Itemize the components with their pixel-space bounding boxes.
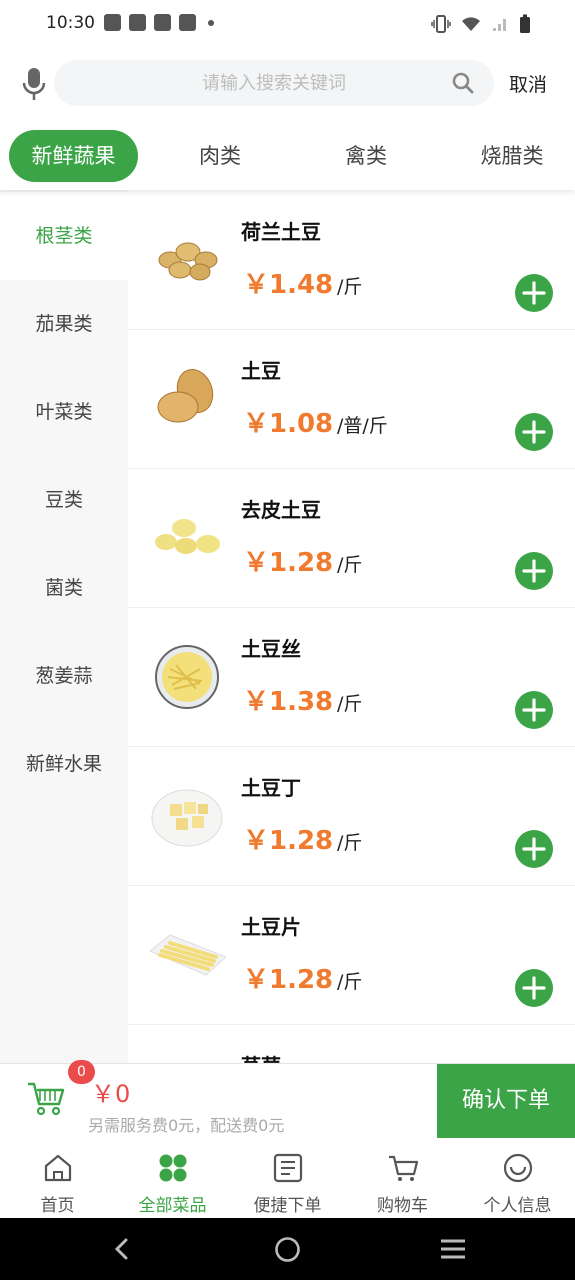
cancel-button[interactable]: 取消 bbox=[509, 70, 547, 97]
system-icons bbox=[431, 14, 531, 34]
bottom-navigation: 首页 全部菜品 便捷下单 购物车 个人信息 bbox=[0, 1137, 575, 1219]
product-name: 去皮土豆 bbox=[241, 498, 321, 522]
product-price: ￥1.28 bbox=[243, 965, 334, 995]
sidebar-item-root-vegetables[interactable]: 根茎类 bbox=[0, 192, 128, 280]
product-image bbox=[155, 519, 220, 554]
product-unit: /斤 bbox=[337, 693, 363, 715]
product-item[interactable]: 土豆 ￥1.08 /普/斤 bbox=[128, 329, 575, 469]
nav-item-cart[interactable]: 购物车 bbox=[345, 1138, 460, 1219]
tab-fresh-produce[interactable]: 新鲜蔬果 bbox=[9, 130, 138, 182]
product-image bbox=[155, 645, 219, 709]
add-to-cart-icon[interactable] bbox=[515, 552, 553, 590]
battery-icon bbox=[520, 14, 530, 33]
more-notifications-icon bbox=[208, 19, 214, 26]
nav-label: 购物车 bbox=[377, 1196, 428, 1216]
cart-summary-bar: 0 ￥0 另需服务费0元，配送费0元 确认下单 bbox=[0, 1060, 575, 1138]
product-item[interactable]: 去皮土豆 ￥1.28 /斤 bbox=[128, 468, 575, 608]
product-price: ￥1.28 bbox=[243, 826, 334, 856]
nav-label: 首页 bbox=[40, 1196, 75, 1216]
nav-item-home[interactable]: 首页 bbox=[0, 1138, 115, 1219]
nav-item-all-dishes[interactable]: 全部菜品 bbox=[115, 1138, 230, 1219]
product-unit: /普/斤 bbox=[337, 415, 388, 437]
sidebar-item-fruiting-vegetables[interactable]: 茄果类 bbox=[0, 280, 128, 368]
add-to-cart-icon[interactable] bbox=[515, 413, 553, 451]
product-image bbox=[149, 934, 226, 976]
microphone-icon[interactable] bbox=[22, 66, 46, 102]
sidebar-item-beans[interactable]: 豆类 bbox=[0, 456, 128, 544]
cart-total: ￥0 bbox=[91, 1080, 131, 1108]
product-unit: /斤 bbox=[337, 971, 363, 993]
wifi-icon bbox=[462, 17, 480, 31]
add-to-cart-icon[interactable] bbox=[515, 274, 553, 312]
status-time: 10:30 bbox=[46, 13, 95, 33]
sidebar-item-mushrooms[interactable]: 菌类 bbox=[0, 544, 128, 632]
nav-item-profile[interactable]: 个人信息 bbox=[460, 1138, 575, 1219]
vibrate-icon bbox=[431, 15, 451, 33]
grid-icon bbox=[159, 1154, 187, 1182]
notification-bag-icon bbox=[129, 14, 146, 31]
fee-note: 另需服务费0元，配送费0元 bbox=[88, 1116, 285, 1135]
status-bar: 10:30 bbox=[0, 0, 575, 48]
tab-poultry[interactable]: 禽类 bbox=[316, 130, 416, 182]
shopping-cart-icon[interactable] bbox=[26, 1078, 66, 1118]
system-navigation-bar bbox=[0, 1218, 575, 1280]
product-item[interactable]: 土豆丝 ￥1.38 /斤 bbox=[128, 607, 575, 747]
product-item[interactable]: 土豆片 ￥1.28 /斤 bbox=[128, 885, 575, 1025]
search-box[interactable] bbox=[54, 60, 494, 106]
product-name: 荷兰土豆 bbox=[241, 220, 321, 244]
product-price: ￥1.08 bbox=[243, 409, 334, 439]
product-price: ￥1.28 bbox=[243, 548, 334, 578]
subcategory-sidebar: 根茎类 茄果类 叶菜类 豆类 菌类 葱姜蒜 新鲜水果 bbox=[0, 190, 128, 1063]
smile-icon bbox=[503, 1153, 533, 1183]
tab-meat[interactable]: 肉类 bbox=[170, 130, 270, 182]
product-name: 土豆丝 bbox=[241, 637, 301, 661]
product-price: ￥1.48 bbox=[243, 270, 334, 300]
product-image bbox=[158, 242, 218, 281]
product-name: 土豆 bbox=[241, 359, 281, 383]
product-item[interactable]: 莴苣 bbox=[128, 1024, 575, 1063]
back-icon[interactable] bbox=[112, 1237, 132, 1261]
nav-label: 个人信息 bbox=[483, 1196, 552, 1216]
notification-bag-icon bbox=[104, 14, 121, 31]
product-name: 莴苣 bbox=[241, 1050, 281, 1063]
product-list: 荷兰土豆 ￥1.48 /斤 土豆 ￥1.08 /普/斤 去皮土豆 ￥1.28 /… bbox=[128, 190, 575, 1063]
sidebar-item-alliums[interactable]: 葱姜蒜 bbox=[0, 632, 128, 720]
product-image bbox=[157, 369, 214, 423]
category-tabs: 新鲜蔬果 肉类 禽类 烧腊类 bbox=[0, 122, 575, 190]
nav-item-quick-order[interactable]: 便捷下单 bbox=[230, 1138, 345, 1219]
list-icon bbox=[273, 1153, 303, 1183]
add-to-cart-icon[interactable] bbox=[515, 830, 553, 868]
product-image bbox=[151, 789, 223, 847]
add-to-cart-icon[interactable] bbox=[515, 969, 553, 1007]
sidebar-item-fresh-fruit[interactable]: 新鲜水果 bbox=[0, 720, 128, 808]
sidebar-item-leafy-vegetables[interactable]: 叶菜类 bbox=[0, 368, 128, 456]
notification-icons bbox=[104, 14, 214, 31]
search-input[interactable] bbox=[54, 60, 494, 106]
nav-label: 全部菜品 bbox=[138, 1196, 207, 1216]
search-icon[interactable] bbox=[452, 72, 474, 94]
home-icon bbox=[44, 1154, 72, 1182]
product-name: 土豆丁 bbox=[241, 776, 301, 800]
notification-bag-icon bbox=[154, 14, 171, 31]
product-name: 土豆片 bbox=[241, 915, 301, 939]
product-unit: /斤 bbox=[337, 554, 363, 576]
signal-icon bbox=[493, 19, 506, 31]
tab-roast[interactable]: 烧腊类 bbox=[462, 130, 562, 182]
add-to-cart-icon[interactable] bbox=[515, 691, 553, 729]
nav-label: 便捷下单 bbox=[253, 1196, 322, 1216]
confirm-order-button[interactable]: 确认下单 bbox=[437, 1064, 575, 1138]
product-item[interactable]: 土豆丁 ￥1.28 /斤 bbox=[128, 746, 575, 886]
recents-icon[interactable] bbox=[439, 1238, 467, 1260]
cart-icon bbox=[389, 1155, 419, 1181]
notification-bag-icon bbox=[179, 14, 196, 31]
search-bar: 取消 bbox=[0, 48, 575, 122]
home-button-icon[interactable] bbox=[274, 1236, 301, 1263]
product-unit: /斤 bbox=[337, 832, 363, 854]
product-price: ￥1.38 bbox=[243, 687, 334, 717]
product-unit: /斤 bbox=[337, 276, 363, 298]
product-item[interactable]: 荷兰土豆 ￥1.48 /斤 bbox=[128, 190, 575, 330]
